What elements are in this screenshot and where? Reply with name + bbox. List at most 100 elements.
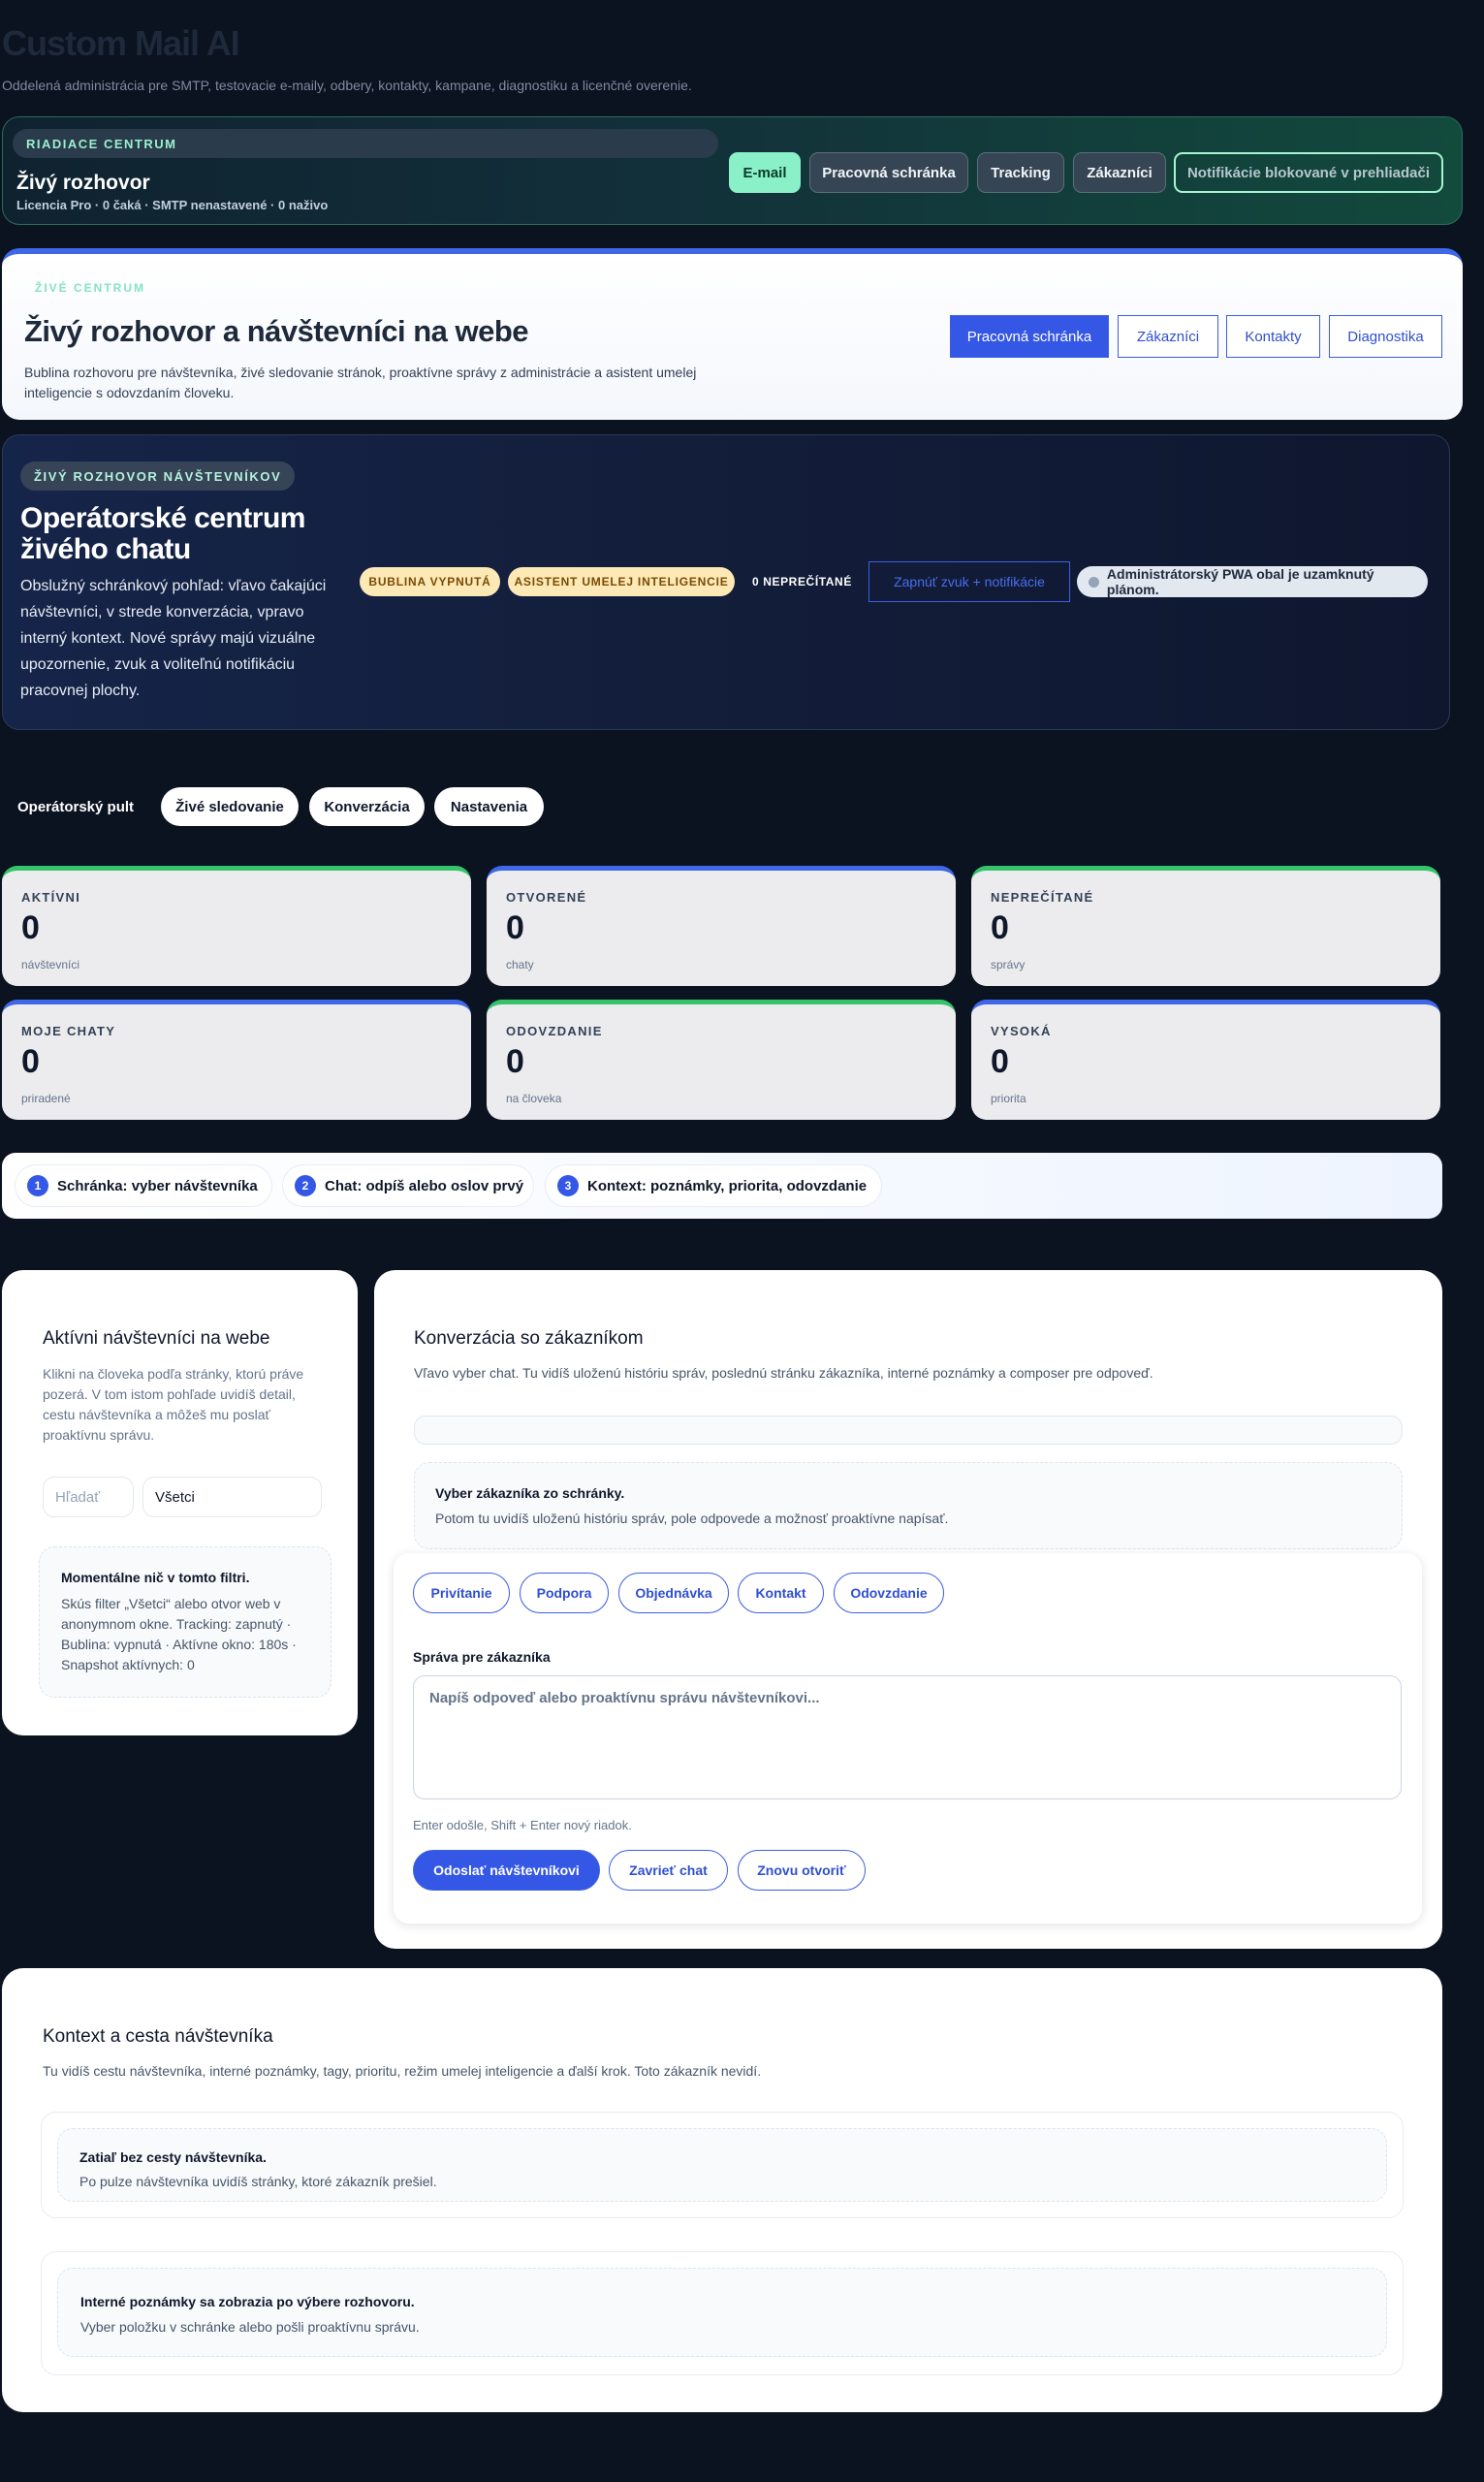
tab-conversation[interactable]: Konverzácia	[309, 787, 425, 826]
visitors-empty-desc: Skús filter „Všetci“ alebo otvor web v a…	[61, 1596, 297, 1672]
message-textarea[interactable]	[413, 1675, 1402, 1799]
stat-card-open: OTVORENÉ 0 chaty	[487, 866, 956, 986]
stat-card-handoff: ODOVZDANIE 0 na človeka	[487, 1000, 956, 1120]
step-label: Chat: odpíš alebo oslov prvý	[325, 1177, 524, 1194]
step-label: Kontext: poznámky, priorita, odovzdanie	[587, 1177, 868, 1194]
conversation-empty-state: Vyber zákazníka zo schránky. Potom tu uv…	[414, 1462, 1403, 1549]
stat-unit: návštevníci	[21, 958, 80, 971]
message-label: Správa pre zákazníka	[413, 1649, 551, 1665]
message-composer: Privítanie Podpora Objednávka Kontakt Od…	[394, 1553, 1422, 1924]
hero-workspace-inbox-button[interactable]: Pracovná schránka	[950, 315, 1109, 358]
control-eyebrow: RIADIACE CENTRUM	[13, 129, 718, 158]
stat-value: 0	[21, 909, 40, 946]
notes-empty-desc: Vyber položku v schránke alebo pošli pro…	[80, 2319, 420, 2335]
conversation-empty-title: Vyber zákazníka zo schránky.	[435, 1485, 625, 1501]
bubble-off-badge: BUBLINA VYPNUTÁ	[360, 567, 500, 596]
visitor-journey-section: Zatiaľ bez cesty návštevníka. Po pulze n…	[41, 2112, 1404, 2218]
step-number: 2	[295, 1175, 316, 1196]
hero-title: Živý rozhovor a návštevníci na webe	[24, 314, 529, 348]
workspace-inbox-button[interactable]: Pracovná schránka	[809, 152, 968, 193]
visitor-filter-select[interactable]: Všetci	[142, 1477, 322, 1517]
operator-pill: ŽIVÝ ROZHOVOR NÁVŠTEVNÍKOV	[20, 461, 296, 491]
conversation-panel: Konverzácia so zákazníkom Vľavo vyber ch…	[374, 1270, 1442, 1949]
hero-customers-button[interactable]: Zákazníci	[1118, 315, 1218, 358]
app-subtitle: Oddelená administrácia pre SMTP, testova…	[2, 78, 692, 93]
step-number: 1	[27, 1175, 48, 1196]
journey-empty-state: Zatiaľ bez cesty návštevníka. Po pulze n…	[57, 2128, 1387, 2202]
control-meta: Licencia Pro · 0 čaká · SMTP nenastavené…	[16, 198, 329, 212]
context-description: Tu vidíš cestu návštevníka, interné pozn…	[43, 2063, 762, 2079]
enable-sound-button[interactable]: Zapnúť zvuk + notifikácie	[868, 561, 1070, 602]
status-dot-icon	[1089, 576, 1099, 588]
customers-button[interactable]: Zákazníci	[1073, 152, 1166, 193]
tab-live-tracking[interactable]: Živé sledovanie	[161, 787, 299, 826]
conversation-header-bar	[414, 1416, 1403, 1445]
journey-empty-title: Zatiaľ bez cesty návštevníka.	[79, 2149, 267, 2165]
journey-empty-desc: Po pulze návštevníka uvidíš stránky, kto…	[79, 2174, 437, 2189]
visitor-context-panel: Kontext a cesta návštevníka Tu vidíš ces…	[2, 1968, 1442, 2412]
stat-value: 0	[506, 909, 524, 946]
tab-operator-desk[interactable]: Operátorský pult	[2, 787, 149, 826]
ai-assistant-badge: ASISTENT UMELEJ INTELIGENCIE	[508, 567, 735, 596]
internal-notes-section: Interné poznámky sa zobrazia po výbere r…	[41, 2251, 1404, 2375]
operator-center: ŽIVÝ ROZHOVOR NÁVŠTEVNÍKOV Operátorské c…	[2, 434, 1450, 730]
quick-reply-order[interactable]: Objednávka	[618, 1573, 729, 1613]
step-chat: 2 Chat: odpíš alebo oslov prvý	[283, 1165, 533, 1206]
stat-card-high-priority: VYSOKÁ 0 priorita	[971, 1000, 1440, 1120]
pwa-locked-text: Administrátorský PWA obal je uzamknutý p…	[1106, 566, 1374, 597]
live-center-hero: ŽIVÉ CENTRUM Živý rozhovor a návštevníci…	[2, 248, 1463, 420]
step-inbox: 1 Schránka: vyber návštevníka	[16, 1165, 271, 1206]
message-hint: Enter odošle, Shift + Enter nový riadok.	[413, 1818, 632, 1832]
stat-label: MOJE CHATY	[21, 1024, 116, 1038]
notes-empty-title: Interné poznámky sa zobrazia po výbere r…	[80, 2294, 415, 2309]
stat-label: AKTÍVNI	[21, 890, 81, 905]
tab-settings[interactable]: Nastavenia	[434, 787, 544, 826]
stat-value: 0	[21, 1043, 40, 1080]
stat-label: ODOVZDANIE	[506, 1024, 603, 1038]
step-number: 3	[557, 1175, 579, 1196]
quick-reply-welcome[interactable]: Privítanie	[413, 1573, 510, 1613]
notifications-blocked-button[interactable]: Notifikácie blokované v prehliadači	[1174, 152, 1443, 193]
control-center: RIADIACE CENTRUM Živý rozhovor Licencia …	[2, 116, 1463, 225]
context-title: Kontext a cesta návštevníka	[43, 2026, 273, 2047]
visitor-search-input[interactable]	[43, 1477, 134, 1517]
quick-reply-support[interactable]: Podpora	[520, 1573, 609, 1613]
quick-reply-handoff[interactable]: Odovzdanie	[834, 1573, 944, 1613]
conversation-empty-desc: Potom tu uvidíš uloženú históriu správ, …	[435, 1511, 949, 1526]
control-title: Živý rozhovor	[16, 172, 150, 194]
hero-description: Bublina rozhovoru pre návštevníka, živé …	[24, 365, 697, 400]
pwa-locked-notice: Administrátorský PWA obal je uzamknutý p…	[1077, 566, 1428, 597]
stat-unit: priorita	[991, 1092, 1026, 1105]
stat-card-active: AKTÍVNI 0 návštevníci	[2, 866, 471, 986]
reopen-chat-button[interactable]: Znovu otvoriť	[738, 1850, 866, 1891]
step-label: Schránka: vyber návštevníka	[57, 1177, 258, 1194]
close-chat-button[interactable]: Zavrieť chat	[609, 1850, 728, 1891]
stat-value: 0	[506, 1043, 524, 1080]
tracking-button[interactable]: Tracking	[977, 152, 1064, 193]
stat-unit: chaty	[506, 958, 534, 971]
hero-eyebrow: ŽIVÉ CENTRUM	[35, 281, 145, 295]
stat-unit: správy	[991, 958, 1026, 971]
stat-label: VYSOKÁ	[991, 1024, 1052, 1038]
active-visitors-panel: Aktívni návštevníci na webe Klikni na čl…	[2, 1270, 358, 1735]
stat-value: 0	[991, 1043, 1009, 1080]
stat-label: OTVORENÉ	[506, 890, 587, 905]
email-button[interactable]: E-mail	[729, 152, 801, 193]
visitors-description: Klikni na človeka podľa stránky, ktorú p…	[43, 1366, 304, 1443]
stat-label: NEPREČÍTANÉ	[991, 890, 1094, 905]
send-to-visitor-button[interactable]: Odoslať návštevníkovi	[413, 1850, 600, 1891]
stat-unit: priradené	[21, 1092, 71, 1105]
hero-contacts-button[interactable]: Kontakty	[1226, 315, 1320, 358]
visitors-empty-state: Momentálne nič v tomto filtri. Skús filt…	[39, 1546, 332, 1698]
step-context: 3 Kontext: poznámky, priorita, odovzdani…	[546, 1165, 881, 1206]
stat-card-my-chats: MOJE CHATY 0 priradené	[2, 1000, 471, 1120]
visitors-empty-title: Momentálne nič v tomto filtri.	[61, 1570, 250, 1585]
stat-value: 0	[991, 909, 1009, 946]
hero-diagnostics-button[interactable]: Diagnostika	[1329, 315, 1442, 358]
quick-reply-contact[interactable]: Kontakt	[738, 1573, 824, 1613]
conversation-description: Vľavo vyber chat. Tu vidíš uloženú histó…	[414, 1365, 1153, 1381]
notes-empty-state: Interné poznámky sa zobrazia po výbere r…	[57, 2268, 1387, 2357]
app-title: Custom Mail AI	[2, 23, 240, 63]
operator-title: Operátorské centrum živého chatu	[20, 502, 305, 565]
operator-description: Obslužný schránkový pohľad: vľavo čakajú…	[20, 578, 327, 699]
